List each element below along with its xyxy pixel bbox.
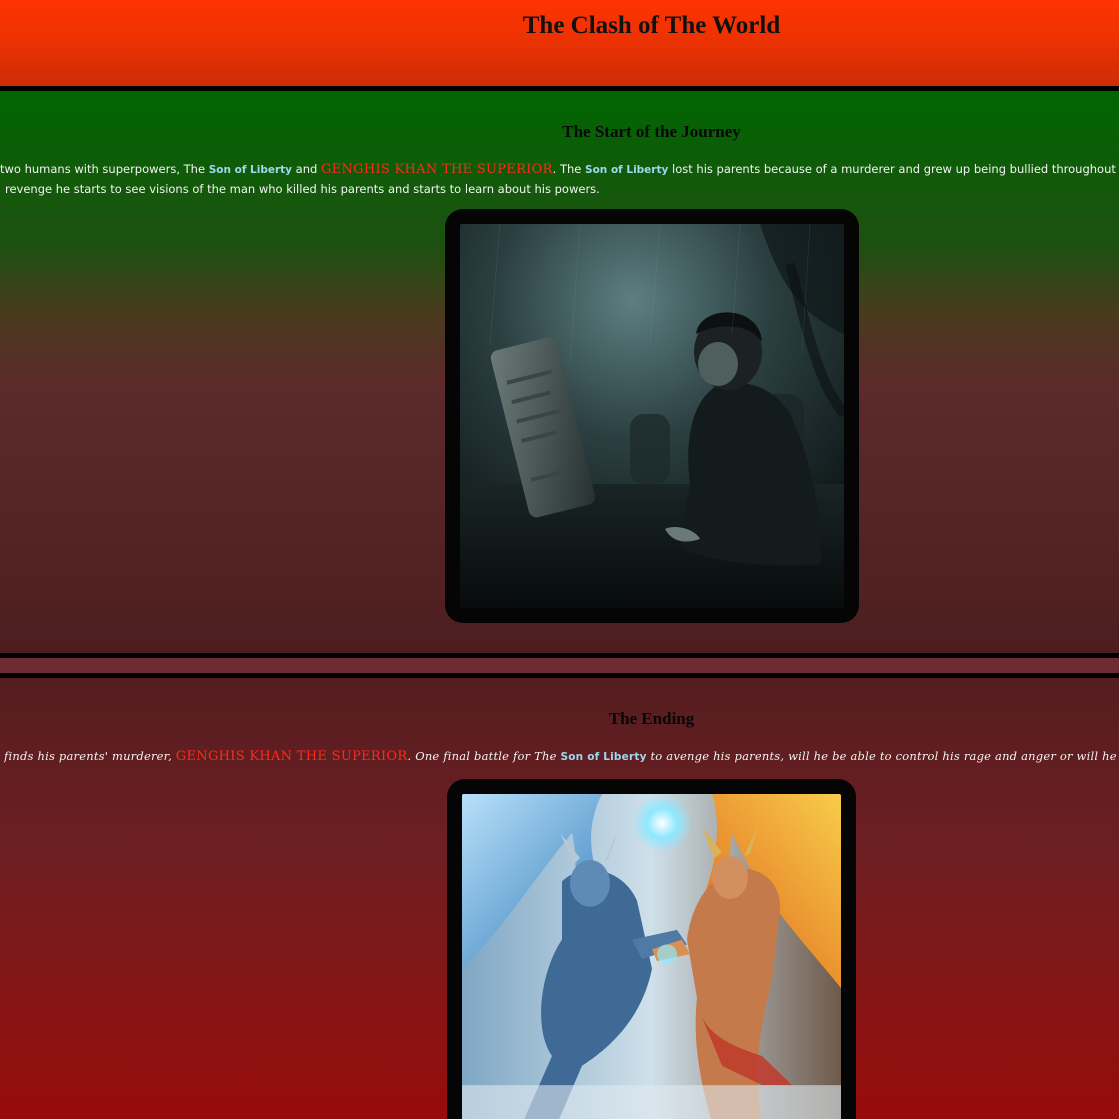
section-title: The Start of the Journey (562, 122, 741, 141)
section-title: The Ending (608, 709, 695, 728)
section-the-ending: The Ending finds his parents' murderer, … (0, 678, 1119, 1119)
page-header: The Clash of The World (0, 0, 1119, 86)
battle-image (462, 794, 841, 1119)
hero-name: Son of Liberty (208, 164, 293, 176)
section-start-of-journey: The Start of the Journey two humans with… (0, 91, 1119, 653)
story-text: . The (552, 162, 586, 176)
graveyard-illustration (460, 224, 844, 608)
battle-image-frame (447, 779, 856, 1119)
story-line: two humans with superpowers, The Son of … (0, 162, 1119, 177)
story-text: lost his parents because of a murderer a… (672, 162, 1119, 176)
hero-name: Son of Liberty (560, 751, 647, 763)
story-text: . One final battle for The (407, 749, 561, 763)
story-text: revenge he starts to see visions of the … (5, 182, 600, 196)
story-text: to avenge his parents, will he be able t… (650, 749, 1119, 763)
section-gap (0, 658, 1119, 673)
story-text: two humans with superpowers, The (0, 162, 209, 176)
hero-name: Son of Liberty (585, 164, 669, 176)
story-line: revenge he starts to see visions of the … (5, 182, 600, 196)
graveyard-image-frame (445, 209, 859, 623)
story-line: finds his parents' murderer, GENGHIS KHA… (4, 749, 1119, 764)
story-text: finds his parents' murderer, (4, 749, 176, 763)
villain-name: GENGHIS KHAN THE SUPERIOR (175, 749, 408, 764)
villain-name: GENGHIS KHAN THE SUPERIOR (320, 162, 553, 177)
story-text: and (292, 162, 321, 176)
page-title: The Clash of The World (522, 12, 781, 39)
battle-illustration (462, 794, 841, 1119)
graveyard-image (460, 224, 844, 608)
